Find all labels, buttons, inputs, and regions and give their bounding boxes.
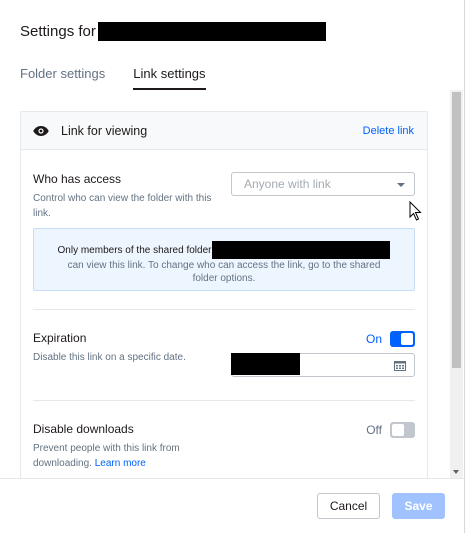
disable-downloads-description: Prevent people with this link from downl… [33,441,203,471]
access-info-box: Only members of the shared folder can vi… [33,228,415,291]
learn-more-link[interactable]: Learn more [95,458,146,469]
dialog-footer: Cancel Save [0,478,464,533]
dialog-title-prefix: Settings for [20,22,96,40]
info-text-part2: can view this link. To change who can ac… [67,260,381,284]
info-line-1: Only members of the shared folder [34,241,414,259]
disable-downloads-toggle[interactable] [390,422,415,438]
expiration-toggle-wrap: On [366,331,415,347]
divider [33,400,415,401]
expiration-title: Expiration [33,331,87,345]
save-button[interactable]: Save [392,493,445,519]
expiration-date-input[interactable] [231,353,415,377]
scrollbar-thumb[interactable] [452,92,461,368]
expiration-row: Expiration Disable this link on a specif… [33,331,415,381]
tab-bar: Folder settings Link settings [20,60,444,90]
link-panel-title: Link for viewing [61,123,148,138]
mouse-cursor-icon [409,201,422,221]
toggle-knob [392,424,404,436]
chevron-down-icon [397,183,405,187]
who-has-access-row: Who has access Control who can view the … [33,172,415,220]
dialog-title: Settings for [20,20,326,42]
redacted-folder-name [97,21,326,41]
disable-downloads-row: Disable downloads Prevent people with th… [33,422,415,471]
link-panel-header: Link for viewing Delete link [21,112,427,150]
disable-downloads-toggle-wrap: Off [366,422,415,438]
delete-link-button[interactable]: Delete link [363,125,414,137]
settings-scroll-area: Link for viewing Delete link Who has acc… [0,90,450,478]
who-has-access-description: Control who can view the folder with thi… [33,193,212,219]
tab-folder-settings[interactable]: Folder settings [20,60,105,90]
scroll-down-arrow-icon[interactable] [453,470,459,474]
calendar-icon[interactable] [394,360,406,371]
access-select[interactable]: Anyone with link [231,172,415,196]
vertical-scrollbar[interactable] [450,90,463,478]
disable-downloads-title: Disable downloads [33,422,134,436]
toggle-knob [401,333,413,345]
expiration-toggle-label: On [365,332,382,346]
cancel-button[interactable]: Cancel [317,493,380,519]
expiration-toggle[interactable] [390,331,415,347]
eye-icon [33,125,49,136]
access-select-value: Anyone with link [244,177,331,191]
link-panel: Link for viewing Delete link Who has acc… [20,111,428,478]
divider [33,309,415,310]
tab-link-settings[interactable]: Link settings [133,60,206,90]
info-text-part1: Only members of the shared folder [57,244,212,256]
redacted-date [231,353,300,375]
disable-downloads-toggle-label: Off [366,423,382,437]
redacted-shared-folder [212,241,391,259]
link-settings-dialog: Settings for Folder settings Link settin… [0,0,465,533]
